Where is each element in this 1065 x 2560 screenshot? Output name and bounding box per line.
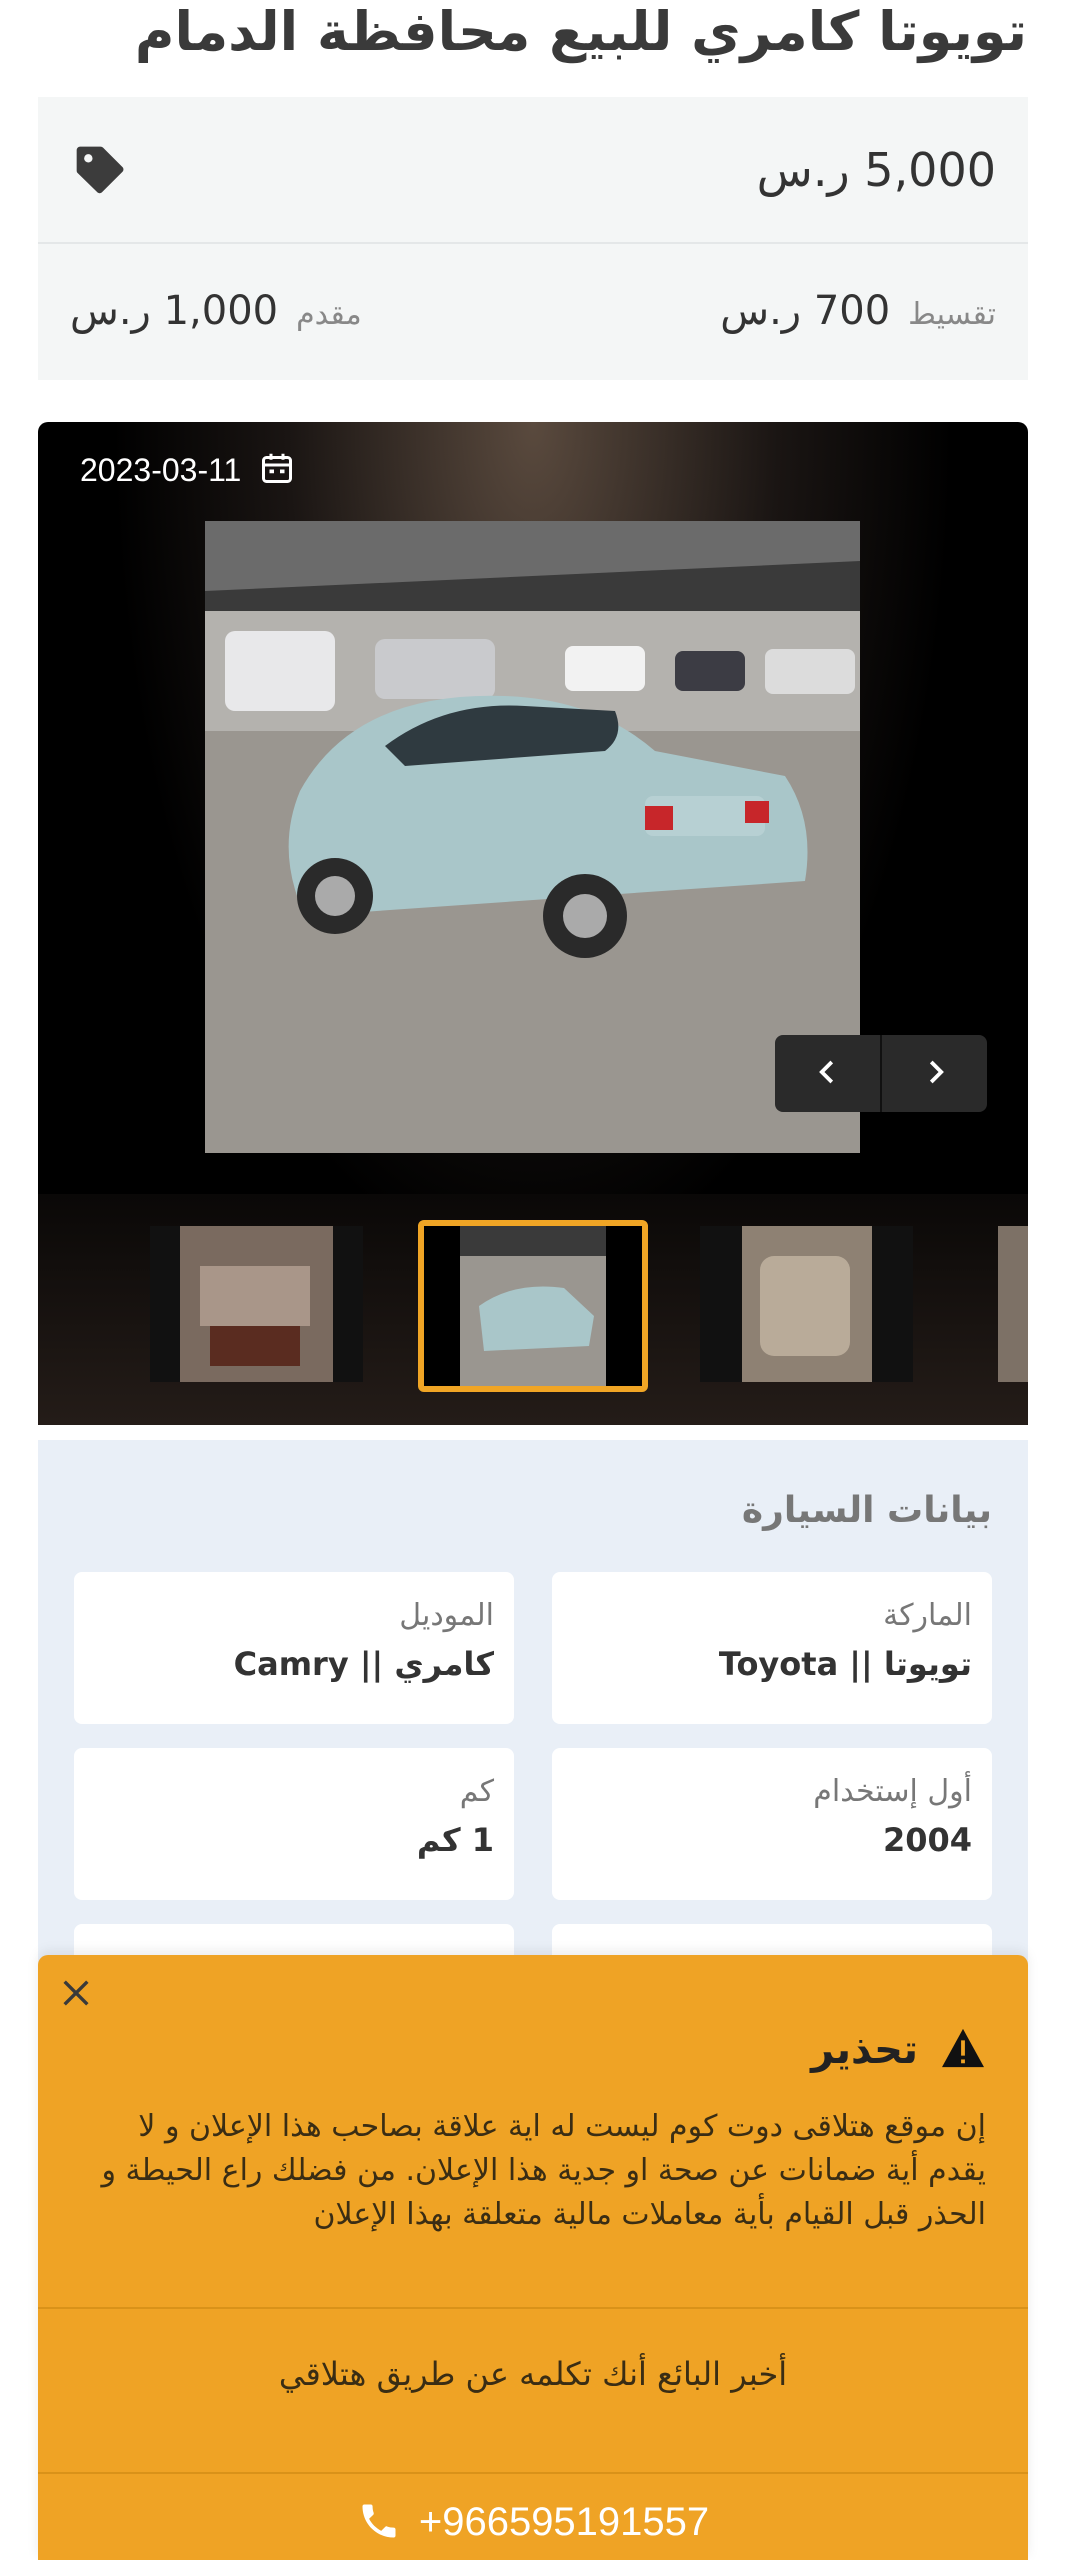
down-payment: مقدم 1,000 ر.س xyxy=(70,288,362,334)
thumbnail-seats[interactable] xyxy=(700,1226,913,1382)
gallery-nav xyxy=(775,1035,987,1112)
thumbnail-interior[interactable] xyxy=(150,1226,363,1382)
chevron-left-icon xyxy=(813,1057,843,1091)
main-car-photo[interactable] xyxy=(205,521,860,1153)
calendar-icon xyxy=(259,450,295,490)
next-photo-button[interactable] xyxy=(880,1035,987,1112)
price-value: 5,000 ر.س xyxy=(756,142,996,197)
warning-triangle-icon xyxy=(940,2027,986,2073)
tell-seller-text: أخبر البائع أنك تكلمه عن طريق هتلاقي xyxy=(278,2355,788,2393)
down-payment-label: مقدم xyxy=(296,297,362,332)
spec-card-brand: الماركة تويوتا || Toyota xyxy=(552,1572,992,1724)
warning-popup: تحذير إن موقع هتلاقى دوت كوم ليست له اية… xyxy=(38,1955,1028,2560)
installment-label: تقسيط xyxy=(908,297,996,332)
call-seller-button[interactable]: +966595191557 xyxy=(38,2485,1028,2560)
installment: تقسيط 700 ر.س xyxy=(720,288,996,334)
installment-value: 700 ر.س xyxy=(720,288,891,334)
spec-card-first-use: أول إستخدام 2004 xyxy=(552,1748,992,1900)
spec-label: الماركة xyxy=(883,1598,972,1633)
spec-card-model: الموديل كامري || Camry xyxy=(74,1572,514,1724)
warning-header: تحذير xyxy=(811,2027,986,2073)
prev-photo-button[interactable] xyxy=(775,1035,880,1112)
spec-label: الموديل xyxy=(399,1598,494,1633)
seller-phone-number: +966595191557 xyxy=(418,2500,710,2544)
price-row: 5,000 ر.س xyxy=(38,97,1028,244)
specs-title: بيانات السيارة xyxy=(741,1490,992,1531)
spec-value: تويوتا || Toyota xyxy=(718,1645,972,1683)
post-date-text: 2023-03-11 xyxy=(80,451,242,488)
thumbnail-strip xyxy=(38,1194,1028,1425)
thumbnail-exterior[interactable] xyxy=(418,1220,648,1392)
warning-title: تحذير xyxy=(811,2027,918,2073)
down-payment-value: 1,000 ر.س xyxy=(70,288,279,334)
spec-label: كم xyxy=(459,1774,494,1809)
divider xyxy=(38,2472,1028,2474)
chevron-right-icon xyxy=(920,1057,950,1091)
price-box: 5,000 ر.س تقسيط 700 ر.س مقدم 1,000 ر.س xyxy=(38,97,1028,380)
post-date: 2023-03-11 xyxy=(80,450,295,490)
spec-value: 1 كم xyxy=(416,1821,494,1859)
divider xyxy=(38,2307,1028,2309)
price-tag-icon xyxy=(70,140,130,200)
close-warning-button[interactable] xyxy=(52,1971,100,2019)
photo-gallery: 2023-03-11 xyxy=(38,422,1028,1425)
spec-card-mileage: كم 1 كم xyxy=(74,1748,514,1900)
spec-value: كامري || Camry xyxy=(233,1645,494,1683)
spec-label: أول إستخدام xyxy=(813,1774,972,1809)
page-title: تويوتا كامري للبيع محافظة الدمام xyxy=(134,0,1027,63)
thumbnail-more[interactable] xyxy=(998,1226,1028,1382)
warning-text: إن موقع هتلاقى دوت كوم ليست له اية علاقة… xyxy=(101,2109,986,2232)
payment-row: تقسيط 700 ر.س مقدم 1,000 ر.س xyxy=(38,244,1028,378)
phone-icon xyxy=(357,2499,401,2547)
spec-value: 2004 xyxy=(882,1821,972,1859)
close-icon xyxy=(59,1976,93,2014)
